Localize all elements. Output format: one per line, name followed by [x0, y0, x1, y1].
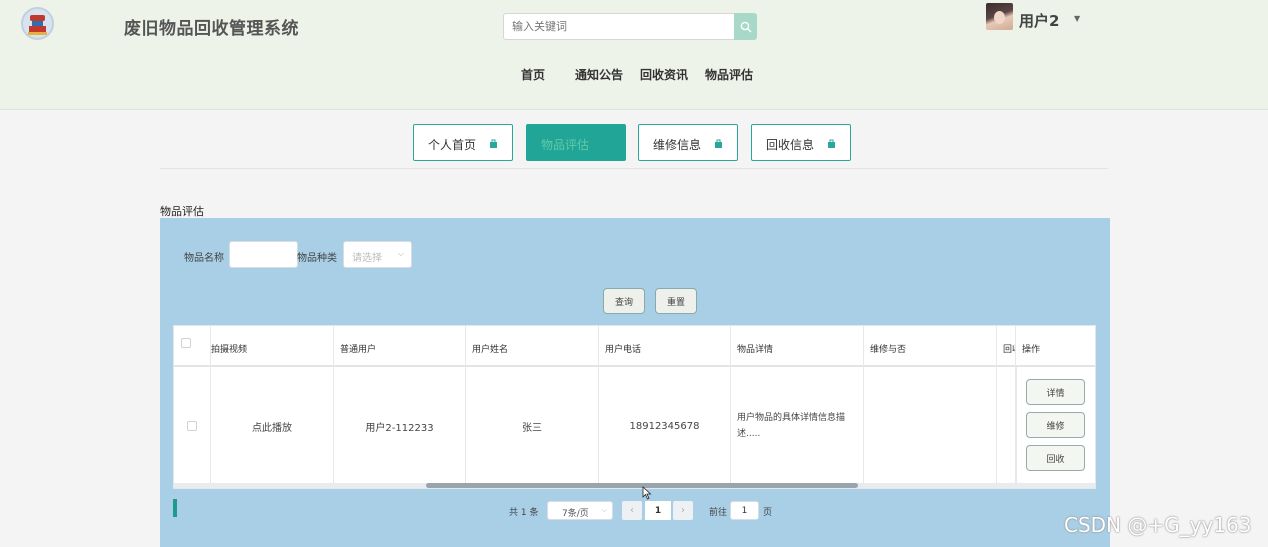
reset-button[interactable]: 重置 [655, 288, 697, 314]
user-name[interactable]: 用户2 [1019, 10, 1059, 31]
cell-repair [864, 367, 997, 485]
bag-icon [715, 139, 722, 148]
search-icon [740, 21, 751, 32]
cell-user: 用户2-112233 [334, 367, 466, 485]
header-actions: 操作 [1016, 326, 1095, 367]
header-repair: 维修与否 [864, 326, 997, 367]
header-recycle: 回收 [997, 326, 1016, 367]
repair-button[interactable]: 维修 [1026, 412, 1085, 438]
search-input[interactable] [503, 13, 735, 40]
search-button[interactable] [734, 13, 757, 40]
page-size-select[interactable]: 7条/页 ⌵ [547, 501, 613, 520]
tab-personal-home[interactable]: 个人首页 [413, 124, 513, 161]
goto-label: 前往 [709, 508, 728, 518]
query-button[interactable]: 查询 [603, 288, 645, 314]
divider [160, 168, 1108, 169]
header-phone: 用户电话 [599, 326, 731, 367]
logo-icon [21, 7, 54, 40]
accent-bar [173, 499, 177, 517]
tab-label: 回收信息 [766, 138, 815, 152]
page-size-value: 7条/页 [562, 509, 589, 519]
tab-label: 个人首页 [428, 138, 477, 152]
watermark: CSDN @+G_yy163 [1064, 513, 1252, 537]
header-video: 拍摄视频 [211, 326, 334, 367]
data-table: 拍摄视频 普通用户 用户姓名 用户电话 物品详情 维修与否 回收 操作 点此播放… [173, 325, 1096, 489]
row-select-cell [174, 367, 211, 485]
select-all-cell [174, 326, 211, 367]
avatar[interactable] [986, 3, 1013, 30]
page-unit-label: 页 [763, 508, 773, 518]
tab-item-evaluation[interactable]: 物品评估 [526, 124, 626, 161]
current-page[interactable]: 1 [645, 501, 671, 520]
header-user: 普通用户 [334, 326, 466, 367]
item-type-select[interactable]: 请选择 ⌵ [343, 241, 412, 268]
header-name: 用户姓名 [466, 326, 599, 367]
cell-recycle [997, 367, 1016, 485]
nav-item-evaluation[interactable]: 物品评估 [705, 66, 753, 83]
chevron-down-icon: ⌵ [601, 506, 607, 514]
tab-label: 维修信息 [653, 138, 702, 152]
next-page-button[interactable]: › [673, 501, 693, 520]
bag-icon [828, 139, 835, 148]
caret-down-icon[interactable]: ▼ [1074, 14, 1080, 23]
nav-notices[interactable]: 通知公告 [575, 66, 623, 83]
section-title: 物品评估 [160, 205, 204, 218]
chevron-right-icon: › [681, 505, 685, 516]
bag-icon [490, 139, 497, 148]
chevron-left-icon: ‹ [630, 505, 634, 516]
select-all-checkbox[interactable] [181, 338, 191, 348]
site-title: 废旧物品回收管理系统 [124, 19, 299, 39]
mouse-cursor-icon [642, 486, 652, 500]
header-detail: 物品详情 [731, 326, 864, 367]
tab-repair-info[interactable]: 维修信息 [638, 124, 738, 161]
detail-button[interactable]: 详情 [1026, 379, 1085, 405]
cell-name: 张三 [466, 367, 599, 485]
type-filter-label: 物品种类 [297, 253, 337, 264]
name-filter-label: 物品名称 [184, 253, 224, 264]
select-placeholder: 请选择 [352, 253, 382, 264]
goto-page-input[interactable]: 1 [730, 501, 759, 520]
item-name-input[interactable] [229, 241, 298, 268]
recycle-button[interactable]: 回收 [1026, 445, 1085, 471]
tab-recycle-info[interactable]: 回收信息 [751, 124, 851, 161]
tab-label: 物品评估 [541, 138, 590, 152]
prev-page-button[interactable]: ‹ [622, 501, 642, 520]
row-checkbox[interactable] [187, 421, 197, 431]
cell-phone: 18912345678 [599, 367, 731, 485]
nav-home[interactable]: 首页 [521, 66, 545, 83]
pagination-total: 共 1 条 [509, 508, 539, 518]
cell-detail: 用户物品的具体详情信息描述..... [731, 367, 864, 485]
nav-recycle-news[interactable]: 回收资讯 [640, 66, 688, 83]
chevron-down-icon: ⌵ [397, 249, 404, 258]
cell-video[interactable]: 点此播放 [211, 367, 334, 485]
